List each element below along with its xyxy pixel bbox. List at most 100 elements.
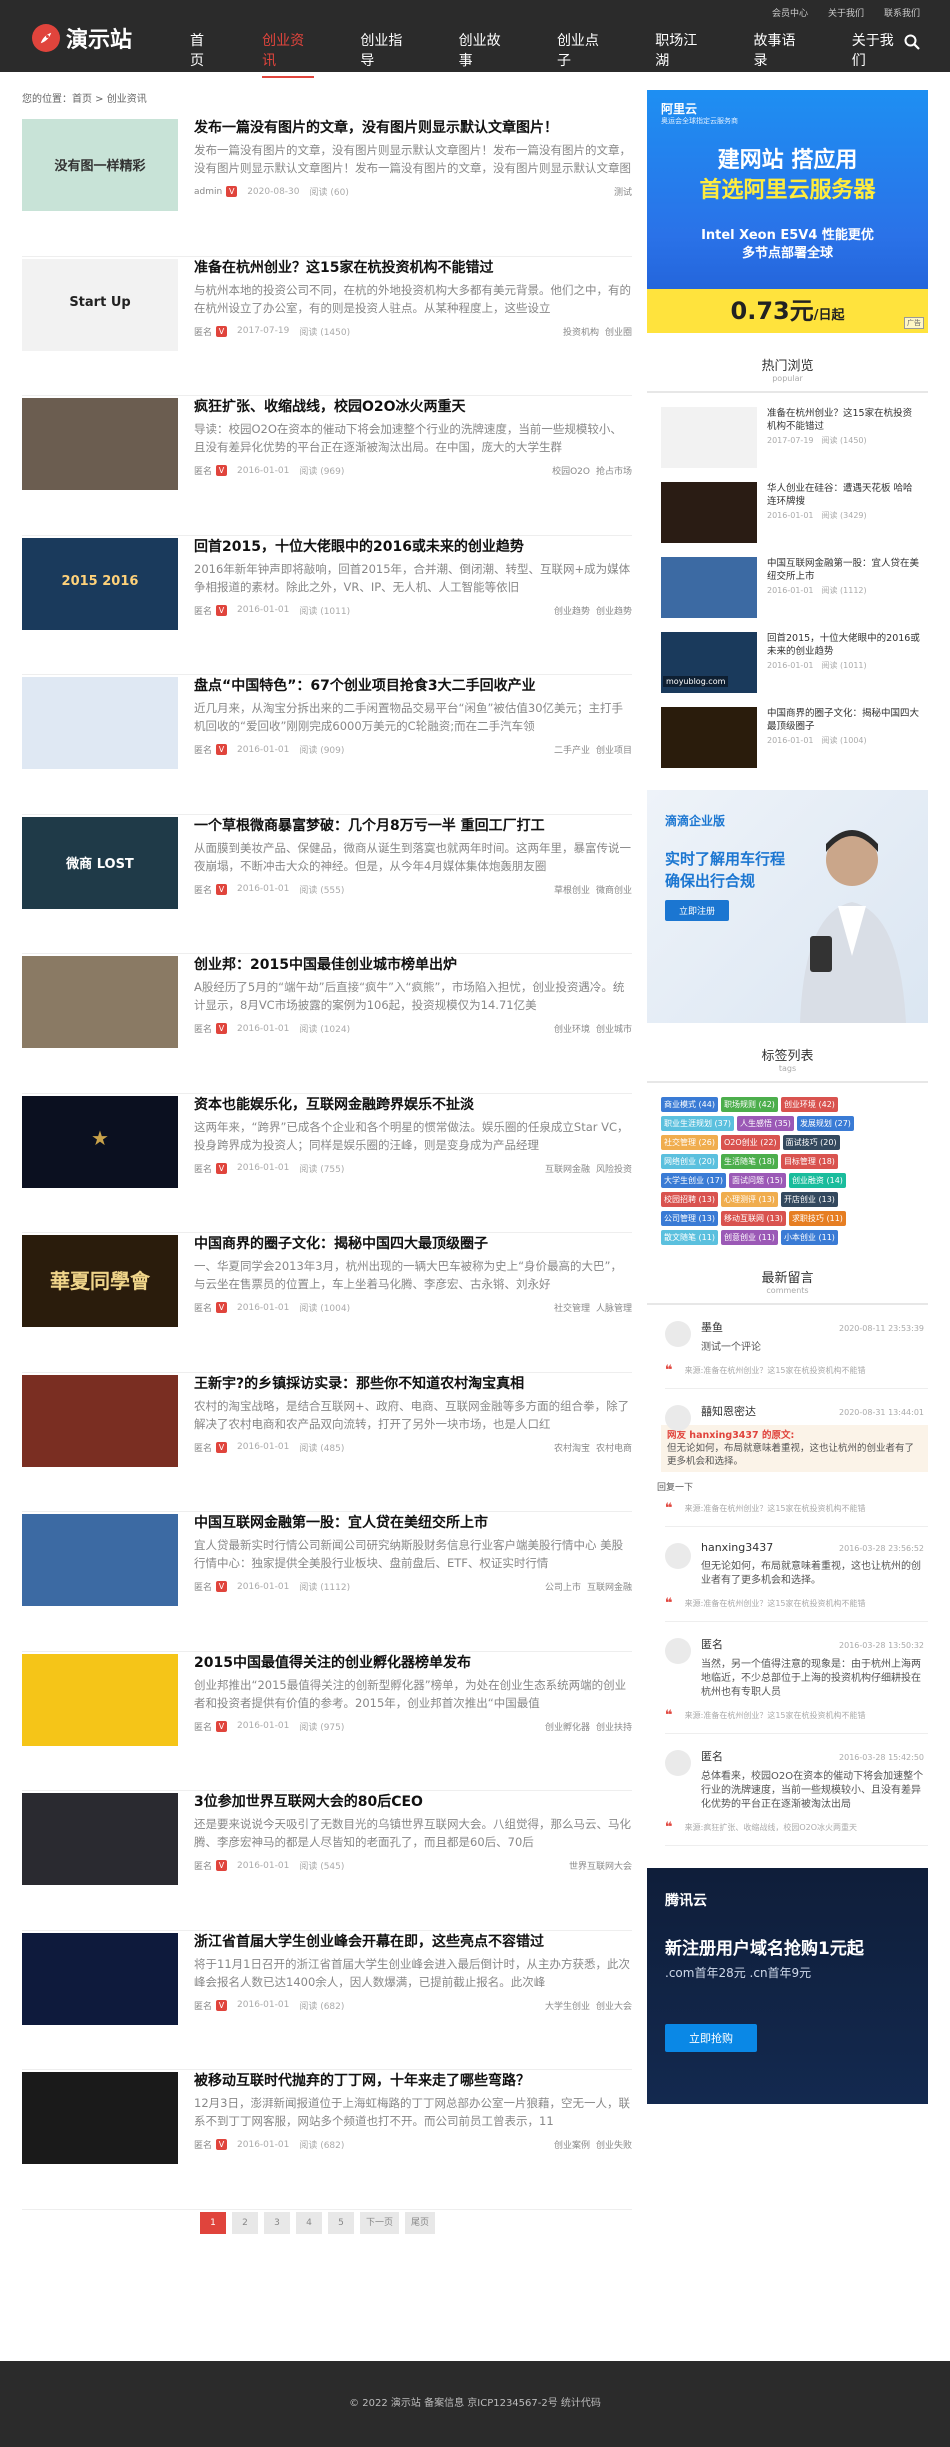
tag-chip[interactable]: 心理测评 (13) [720,1192,778,1207]
tag-chip[interactable]: 大学生创业 (17) [661,1173,726,1188]
article-tag-link[interactable]: 投资机构 [563,325,599,338]
article-author[interactable]: 匿名 [194,1580,212,1593]
article-title[interactable]: 发布一篇没有图片的文章，没有图片则显示默认文章图片！ [194,119,632,137]
comment-source[interactable]: ❝ 来源:疯狂扩张、收缩战线，校园O2O冰火两重天 [665,1820,928,1846]
tag-chip[interactable]: 商业模式 (44) [661,1097,718,1112]
article-author[interactable]: 匿名 [194,2138,212,2151]
tag-chip[interactable]: 创意创业 (11) [720,1230,778,1245]
comment-author[interactable]: 匿名 [701,1636,723,1652]
article-title[interactable]: 中国互联网金融第一股：宜人贷在美纽交所上市 [194,1514,632,1532]
tag-chip[interactable]: 求职技巧 (11) [788,1211,846,1226]
hot-thumbnail[interactable]: moyublog.com [661,632,757,693]
tencent-ad-banner[interactable]: 腾讯云 新注册用户域名抢购1元起 .com首年28元 .cn首年9元 立即抢购 [647,1868,928,2104]
article-author[interactable]: 匿名 [194,1720,212,1733]
comment-author[interactable]: 墨鱼 [701,1319,723,1335]
article-author[interactable]: 匿名 [194,1859,212,1872]
top-link-about[interactable]: 关于我们 [828,6,864,19]
article-title[interactable]: 创业邦：2015中国最佳创业城市榜单出炉 [194,956,632,974]
article-title[interactable]: 被移动互联时代抛弃的丁丁网，十年来走了哪些弯路？ [194,2072,632,2090]
article-thumbnail[interactable]: 微商 LOST [22,816,178,909]
nav-home[interactable]: 首页 [190,30,216,78]
page-link[interactable]: 3 [264,2212,290,2234]
article-tag-link[interactable]: 互联网金融 [587,1580,632,1593]
tag-chip[interactable]: 创业环境 (42) [780,1097,838,1112]
article-tag-link[interactable]: 社交管理 [554,1301,590,1314]
tag-chip[interactable]: 网络创业 (20) [661,1154,718,1169]
article-tag-link[interactable]: 创业案例 [554,2138,590,2151]
hot-list-item[interactable]: 准备在杭州创业？这15家在杭投资机构不能错过 2017-07-19 阅读 (1450… [647,407,928,468]
article-author[interactable]: 匿名 [194,325,212,338]
article-tag-link[interactable]: 草根创业 [554,883,590,896]
article-tag-link[interactable]: 创业城市 [596,1022,632,1035]
article-thumbnail[interactable] [22,956,178,1048]
nav-workplace[interactable]: 职场江湖 [655,30,707,78]
article-author[interactable]: 匿名 [194,1301,212,1314]
article-author[interactable]: 匿名 [194,743,212,756]
tag-chip[interactable]: O2O创业 (22) [720,1135,780,1150]
article-tag-link[interactable]: 创业项目 [596,743,632,756]
article-title[interactable]: 3位参加世界互联网大会的80后CEO [194,1793,632,1811]
article-thumbnail[interactable]: 没有图一样精彩 [22,119,178,211]
article-title[interactable]: 盘点“中国特色”：67个创业项目抢食3大二手回收产业 [194,677,632,695]
reply-link[interactable]: 回复一下 [657,1480,928,1493]
article-author[interactable]: 匿名 [194,464,212,477]
article-tag-link[interactable]: 创业趋势 [554,604,590,617]
comment-source[interactable]: ❝ 来源:准备在杭州创业？这15家在杭投资机构不能错 [665,1363,928,1389]
hot-item-title[interactable]: 华人创业在硅谷：遭遇天花板 哈哈连环牌搜 [767,482,920,508]
article-thumbnail[interactable] [22,398,178,490]
article-tag-link[interactable]: 创业孵化器 [545,1720,590,1733]
hot-list-item[interactable]: 中国互联网金融第一股：宜人贷在美纽交所上市 2016-01-01 阅读 (1112) [647,557,928,618]
hot-thumbnail[interactable] [661,407,757,468]
tag-chip[interactable]: 小本创业 (11) [780,1230,838,1245]
nav-quotes[interactable]: 故事语录 [753,30,805,78]
article-thumbnail[interactable]: Start Up [22,258,178,351]
tag-chip[interactable]: 面试技巧 (20) [782,1135,840,1150]
tag-chip[interactable]: 发展规划 (27) [796,1116,854,1131]
tag-chip[interactable]: 社交管理 (26) [661,1135,718,1150]
comment-source[interactable]: ❝ 来源:准备在杭州创业？这15家在杭投资机构不能错 [665,1708,928,1734]
hot-list-item[interactable]: moyublog.com 回首2015，十位大佬眼中的2016或未来的创业趋势 20… [647,632,928,693]
nav-stories[interactable]: 创业故事 [459,30,511,78]
article-title[interactable]: 准备在杭州创业？这15家在杭投资机构不能错过 [194,259,632,277]
page-link[interactable]: 尾页 [405,2212,436,2234]
nav-ideas[interactable]: 创业点子 [557,30,609,78]
article-tag-link[interactable]: 抢占市场 [596,464,632,477]
article-title[interactable]: 王新宇?的乡镇採访实录：那些你不知道农村淘宝真相 [194,1375,632,1393]
hot-item-title[interactable]: 中国商界的圈子文化：揭秘中国四大最顶级圈子 [767,707,920,733]
comment-author[interactable]: hanxing3437 [701,1541,773,1554]
hot-thumbnail[interactable] [661,707,757,768]
article-tag-link[interactable]: 测试 [614,185,632,198]
hot-item-title[interactable]: 回首2015，十位大佬眼中的2016或未来的创业趋势 [767,632,920,658]
article-title[interactable]: 资本也能娱乐化，互联网金融跨界娱乐不扯淡 [194,1096,632,1114]
article-tag-link[interactable]: 校园O2O [552,464,590,477]
article-tag-link[interactable]: 农村电商 [596,1441,632,1454]
article-tag-link[interactable]: 创业圈 [605,325,632,338]
search-icon[interactable] [904,34,920,50]
article-thumbnail[interactable]: 2015 2016 [22,537,178,630]
page-link[interactable]: 5 [328,2212,354,2234]
didi-register-button[interactable]: 立即注册 [665,900,730,921]
comment-author[interactable]: 匿名 [701,1748,723,1764]
tag-chip[interactable]: 面试问题 (15) [728,1173,786,1188]
article-tag-link[interactable]: 创业大会 [596,1999,632,2012]
article-title[interactable]: 一个草根微商暴富梦破：几个月8万亏一半 重回工厂打工 [194,817,632,835]
tag-chip[interactable]: 创业融资 (14) [788,1173,846,1188]
tag-chip[interactable]: 目标管理 (18) [780,1154,838,1169]
tag-chip[interactable]: 公司管理 (13) [661,1211,718,1226]
aliyun-ad-banner[interactable]: 阿里云 奥运会全球指定云服务商 建网站 搭应用 首选阿里云服务器 Intel X… [647,90,928,333]
article-title[interactable]: 中国商界的圈子文化：揭秘中国四大最顶级圈子 [194,1235,632,1253]
article-thumbnail[interactable] [22,1653,178,1746]
hot-list-item[interactable]: 华人创业在硅谷：遭遇天花板 哈哈连环牌搜 2016-01-01 阅读 (3429) [647,482,928,543]
article-thumbnail[interactable] [22,1374,178,1467]
hot-item-title[interactable]: 准备在杭州创业？这15家在杭投资机构不能错过 [767,407,920,433]
hot-thumbnail[interactable] [661,557,757,618]
article-tag-link[interactable]: 公司上市 [545,1580,581,1593]
didi-ad-banner[interactable]: 滴滴企业版 实时了解用车行程 确保出行合规 立即注册 [647,790,928,1023]
comment-source[interactable]: ❝ 来源:准备在杭州创业？这15家在杭投资机构不能错 [665,1596,928,1622]
nav-guide[interactable]: 创业指导 [360,30,412,78]
page-link[interactable]: 下一页 [360,2212,400,2234]
hot-item-title[interactable]: 中国互联网金融第一股：宜人贷在美纽交所上市 [767,557,920,583]
article-thumbnail[interactable] [22,2072,178,2164]
top-link-member[interactable]: 会员中心 [772,6,808,19]
article-title[interactable]: 回首2015，十位大佬眼中的2016或未来的创业趋势 [194,538,632,556]
